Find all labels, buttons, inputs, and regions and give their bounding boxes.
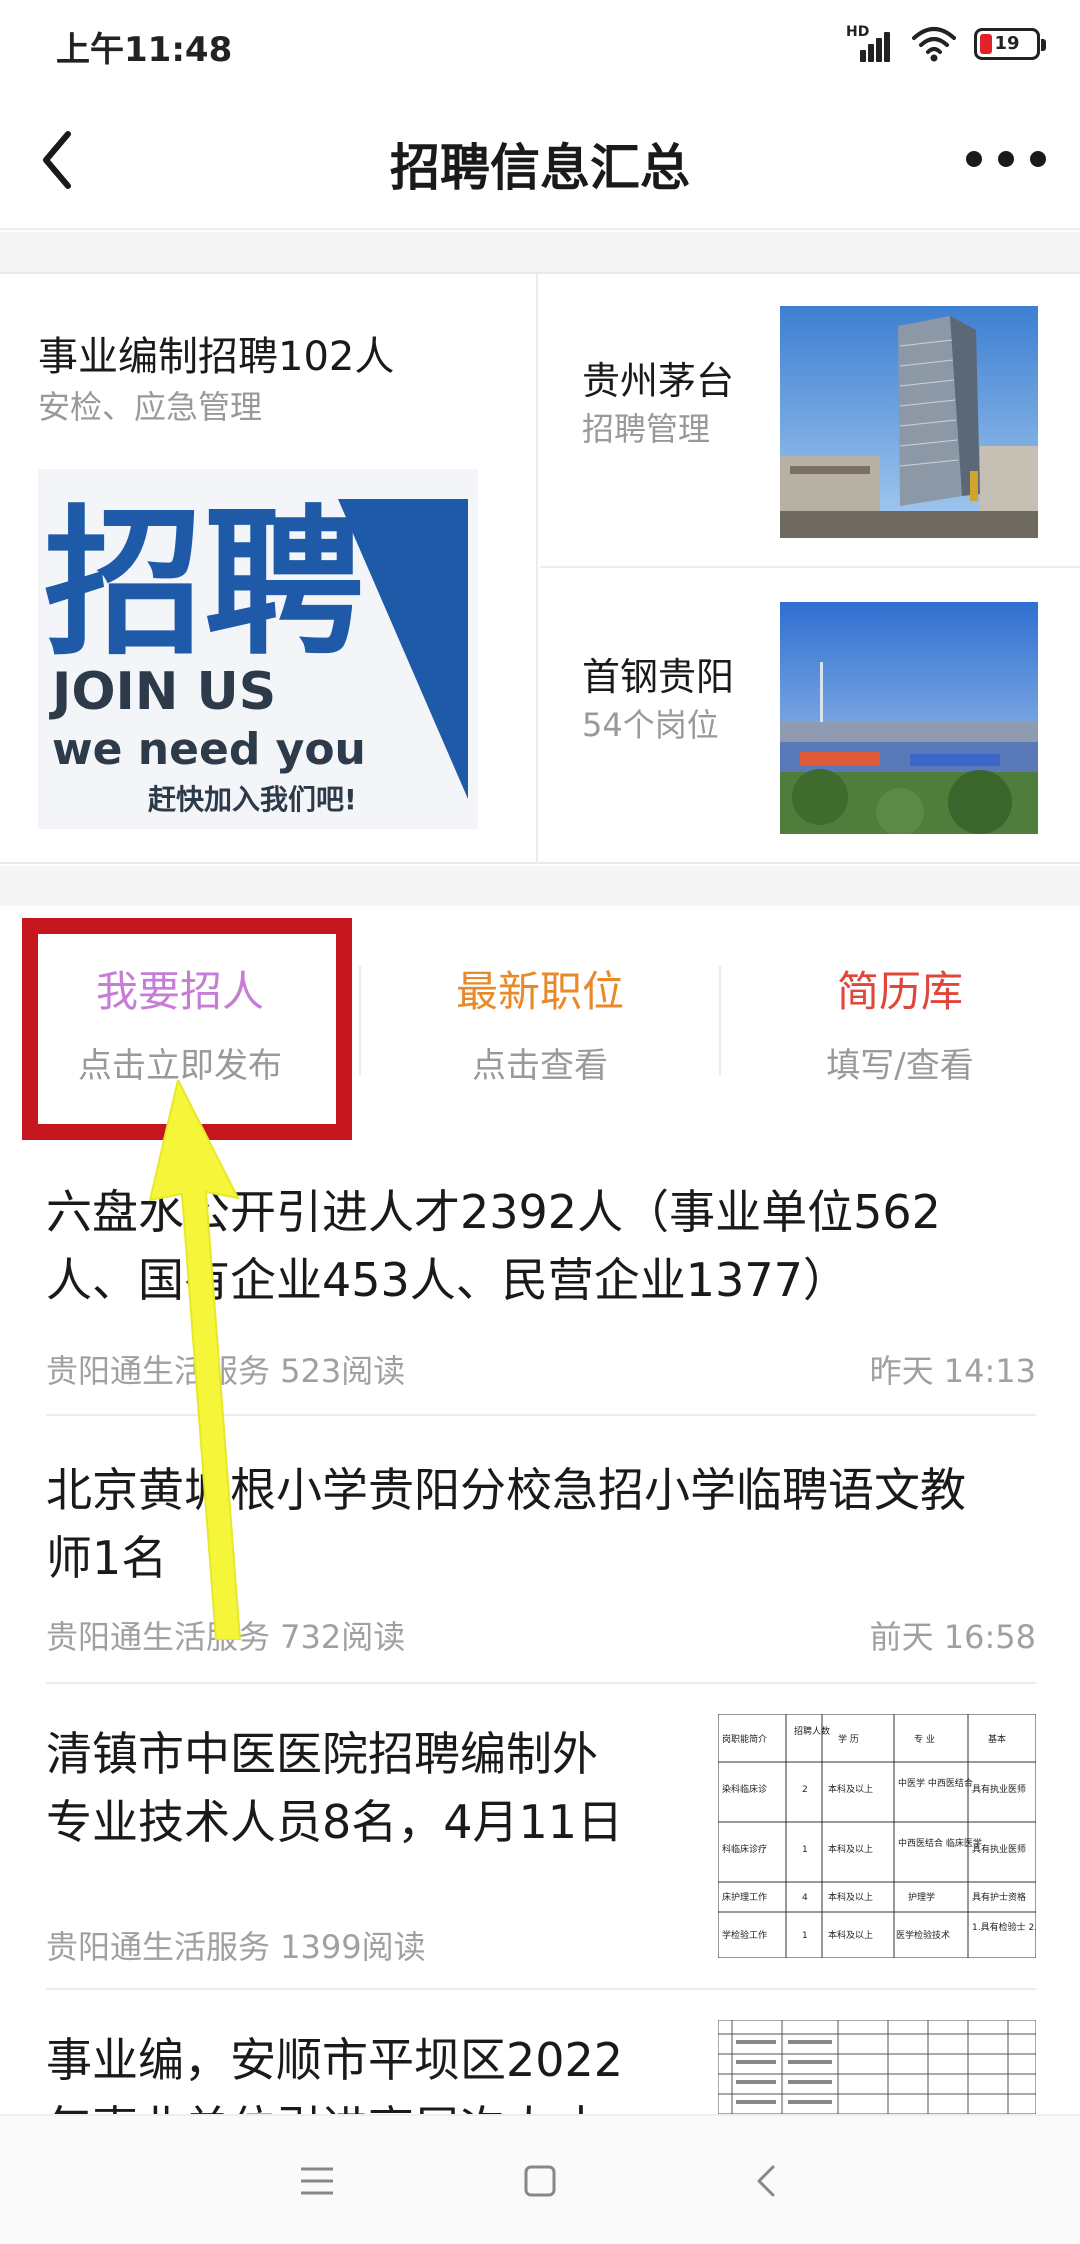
svg-text:本科及以上: 本科及以上 <box>828 1929 873 1941</box>
status-time: 上午11:48 <box>56 30 233 70</box>
featured-side-subtitle: 招聘管理 <box>582 410 711 448</box>
latest-jobs-button[interactable]: 最新职位 点击查看 <box>360 906 720 1132</box>
battery-level: 19 <box>994 33 1020 54</box>
svg-text:1: 1 <box>802 1845 808 1855</box>
post-job-sub: 点击立即发布 <box>78 1046 282 1086</box>
quick-actions: 我要招人 点击立即发布 最新职位 点击查看 简历库 填写/查看 <box>0 906 1080 1132</box>
svg-text:岗职能简介: 岗职能简介 <box>722 1733 767 1745</box>
building-photo <box>780 306 1038 538</box>
featured-side-title: 贵州茅台 <box>582 359 735 403</box>
news-source: 贵阳通生活服务 1399阅读 <box>46 1928 426 1966</box>
svg-text:本科及以上: 本科及以上 <box>828 1891 873 1903</box>
svg-text:学检验工作: 学检验工作 <box>722 1929 767 1941</box>
svg-text:中西医结合 临床医学: 中西医结合 临床医学 <box>898 1837 982 1849</box>
svg-text:医学检验技术: 医学检验技术 <box>896 1929 950 1941</box>
news-item[interactable]: 事业编，安顺市平坝区2022 年事业单位引进高层次人才 <box>0 1990 1080 2114</box>
battery-icon: 19 <box>974 28 1046 60</box>
banner-big-text: 招聘 <box>44 490 364 677</box>
signal-icon: HD <box>846 24 894 64</box>
svg-text:4: 4 <box>802 1893 808 1903</box>
featured-panel: 事业编制招聘102人 安检、应急管理 招聘 JOIN US we need yo… <box>0 272 1080 864</box>
post-job-button[interactable]: 我要招人 点击立即发布 <box>0 906 360 1132</box>
news-source: 贵阳通生活服务 523阅读 <box>46 1352 406 1390</box>
system-navigation-bar <box>0 2114 1080 2244</box>
svg-text:科临床诊疗: 科临床诊疗 <box>722 1843 767 1855</box>
section-gap <box>0 232 1080 272</box>
svg-text:本科及以上: 本科及以上 <box>828 1843 873 1855</box>
system-back-icon[interactable] <box>732 2146 802 2216</box>
featured-side-subtitle: 54个岗位 <box>582 706 719 744</box>
svg-text:1.具有检验士 2.有工作经验: 1.具有检验士 2.有工作经验 <box>972 1921 1036 1933</box>
news-title-line2: 年事业单位引进高层次人才 <box>46 2094 598 2114</box>
news-thumbnail-table <box>718 2020 1036 2114</box>
svg-text:本科及以上: 本科及以上 <box>828 1783 873 1795</box>
resume-library-button[interactable]: 简历库 填写/查看 <box>720 906 1080 1132</box>
status-bar: 上午11:48 HD 19 <box>0 0 1080 90</box>
svg-text:专 业: 专 业 <box>914 1733 935 1745</box>
latest-jobs-sub: 点击查看 <box>472 1046 608 1086</box>
news-time: 昨天 14:13 <box>869 1352 1036 1390</box>
network-type-label: HD <box>846 24 870 40</box>
svg-text:学 历: 学 历 <box>838 1733 859 1745</box>
banner-line1: JOIN US <box>49 662 276 722</box>
news-item[interactable]: 北京黄城根小学贵阳分校急招小学临聘语文教 师1名 贵阳通生活服务 732阅读 前… <box>0 1416 1080 1678</box>
svg-text:床护理工作: 床护理工作 <box>722 1891 767 1903</box>
svg-text:具有执业医师: 具有执业医师 <box>972 1843 1026 1855</box>
svg-text:招聘人数: 招聘人数 <box>794 1725 830 1737</box>
svg-text:1: 1 <box>802 1931 808 1941</box>
news-title-line2: 专业技术人员8名，4月11日 <box>46 1795 624 1849</box>
featured-main-subtitle: 安检、应急管理 <box>38 388 263 426</box>
news-item[interactable]: 清镇市中医医院招聘编制外 专业技术人员8名，4月11日 贵阳通生活服务 1399… <box>0 1684 1080 1984</box>
svg-text:护理学: 护理学 <box>908 1891 935 1903</box>
news-source: 贵阳通生活服务 732阅读 <box>46 1618 406 1656</box>
status-icons: HD 19 <box>846 22 1046 66</box>
banner-line3: 赶快加入我们吧! <box>148 783 357 816</box>
latest-jobs-label: 最新职位 <box>455 967 624 1016</box>
featured-side-title: 首钢贵阳 <box>582 655 735 699</box>
featured-side-card-shougang[interactable]: 首钢贵阳 54个岗位 <box>540 570 1080 864</box>
svg-text:染科临床诊: 染科临床诊 <box>722 1783 767 1795</box>
news-thumbnail-table: 岗职能简介 招聘人数 学 历 专 业 基本 染科临床诊 2 本科及以上 中医学 … <box>718 1714 1036 1958</box>
news-title-line2: 人、国有企业453人、民营企业1377） <box>46 1253 849 1307</box>
section-gap <box>0 866 1080 906</box>
page-title: 招聘信息汇总 <box>390 139 690 197</box>
featured-main-card[interactable]: 事业编制招聘102人 安检、应急管理 招聘 JOIN US we need yo… <box>0 274 538 864</box>
news-title-line1: 六盘水公开引进人才2392人（事业单位562 <box>46 1185 941 1239</box>
recruitment-banner-image: 招聘 JOIN US we need you 赶快加入我们吧! <box>38 469 478 829</box>
nav-bar: 招聘信息汇总 <box>0 90 1080 230</box>
factory-photo <box>780 602 1038 834</box>
svg-text:具有执业医师: 具有执业医师 <box>972 1783 1026 1795</box>
svg-text:具有护士资格: 具有护士资格 <box>972 1891 1026 1903</box>
news-item[interactable]: 六盘水公开引进人才2392人（事业单位562 人、国有企业453人、民营企业13… <box>0 1140 1080 1400</box>
news-title-line1: 清镇市中医医院招聘编制外 <box>46 1727 598 1781</box>
news-title-line1: 事业编，安顺市平坝区2022 <box>46 2033 624 2087</box>
wifi-icon <box>912 27 956 62</box>
resume-library-label: 简历库 <box>836 967 963 1016</box>
news-title-line1: 北京黄城根小学贵阳分校急招小学临聘语文教 <box>46 1463 966 1517</box>
svg-text:中医学 中西医结合: 中医学 中西医结合 <box>898 1777 973 1789</box>
resume-library-sub: 填写/查看 <box>826 1046 974 1086</box>
featured-side-card-moutai[interactable]: 贵州茅台 招聘管理 <box>540 274 1080 568</box>
more-options-icon[interactable] <box>966 134 1046 184</box>
news-time: 前天 16:58 <box>869 1618 1036 1656</box>
news-title-line2: 师1名 <box>46 1531 168 1585</box>
post-job-label: 我要招人 <box>95 967 264 1016</box>
banner-line2: we need you <box>52 724 366 775</box>
featured-main-title: 事业编制招聘102人 <box>38 334 395 380</box>
svg-text:基本: 基本 <box>988 1733 1006 1745</box>
svg-text:2: 2 <box>802 1785 808 1795</box>
home-icon[interactable] <box>505 2146 575 2216</box>
menu-icon[interactable] <box>282 2146 352 2216</box>
